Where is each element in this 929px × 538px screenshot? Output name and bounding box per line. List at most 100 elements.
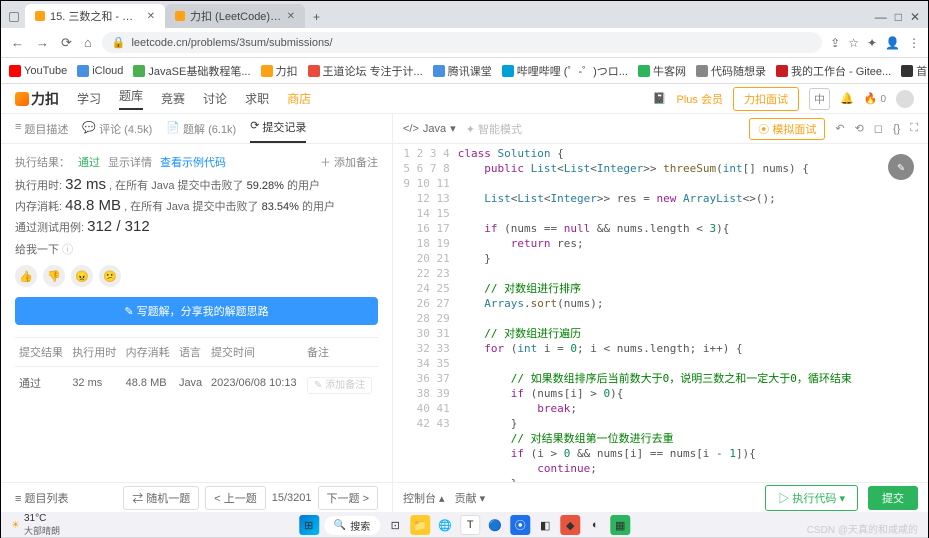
bookmark-item[interactable]: JavaSE基础教程笔...	[133, 63, 250, 79]
bookmark-item[interactable]: 首页-KuangStudy	[901, 63, 928, 79]
taskbar-search[interactable]: 🔍搜索	[324, 516, 380, 535]
nav-discuss[interactable]: 讨论	[203, 90, 227, 107]
app-icon[interactable]: ◧	[535, 515, 555, 535]
bookmark-item[interactable]: 哔哩哔哩 (゜-゜)つロ...	[502, 63, 628, 79]
close-window-icon[interactable]: ✕	[910, 10, 920, 24]
auto-mode[interactable]: ✦ 智能模式	[466, 121, 522, 137]
reset-icon[interactable]: ⟲	[855, 122, 864, 135]
angry-button[interactable]: 😠	[71, 265, 93, 287]
prev-button[interactable]: < 上一题	[205, 486, 265, 510]
random-button[interactable]: ⇄ 随机一题	[123, 486, 199, 510]
tab-title: 15. 三数之和 - 力扣 (LeetCod...	[50, 8, 142, 24]
thumb-up-button[interactable]: 👍	[15, 265, 37, 287]
app-icon[interactable]: ◆	[560, 515, 580, 535]
problem-list-button[interactable]: ≡ 题目列表	[15, 490, 68, 506]
note-button[interactable]: ✎ 添加备注	[307, 377, 372, 394]
app-icon[interactable]: T	[460, 515, 480, 535]
memory-pct: 83.54%	[262, 201, 299, 213]
tab-solutions[interactable]: 📄题解 (6.1k)	[166, 121, 236, 143]
weather-widget[interactable]: ☀ 31°C 大部晴朗	[11, 513, 60, 537]
nav-jobs[interactable]: 求职	[245, 90, 269, 107]
browser-tab-active[interactable]: 15. 三数之和 - 力扣 (LeetCod... ✕	[25, 4, 165, 28]
bookmark-icon[interactable]: ◻	[874, 122, 883, 135]
col-time: 执行用时	[68, 338, 121, 367]
start-icon[interactable]: ⊞	[299, 515, 319, 535]
nav-learn[interactable]: 学习	[77, 90, 101, 107]
view-code-link[interactable]: 查看示例代码	[160, 154, 226, 170]
plus-button[interactable]: Plus 会员	[677, 91, 723, 107]
share-solution-button[interactable]: ✎ 写题解，分享我的解题思路	[15, 297, 378, 325]
code-content[interactable]: class Solution { public List<List<Intege…	[458, 144, 928, 482]
doc-icon: 📄	[166, 121, 180, 137]
add-note-button[interactable]: ＋添加备注	[320, 154, 378, 170]
notebook-icon[interactable]: 📓	[653, 92, 667, 105]
search-icon: 🔍	[334, 520, 346, 531]
new-tab-button[interactable]: +	[305, 6, 328, 28]
settings-icon[interactable]: {}	[893, 123, 900, 135]
avatar[interactable]	[896, 90, 914, 108]
language-select[interactable]: </> Java ▾	[403, 122, 456, 135]
logo[interactable]: 力扣	[15, 89, 59, 109]
star-icon[interactable]: ☆	[848, 36, 859, 50]
close-icon[interactable]: ✕	[147, 11, 155, 22]
url-input[interactable]: 🔒 leetcode.cn/problems/3sum/submissions/	[102, 32, 822, 53]
run-code-button[interactable]: ▷ 执行代码 ▾	[765, 485, 858, 511]
tab-description[interactable]: ≡题目描述	[15, 121, 68, 143]
comment-icon: 💬	[82, 121, 96, 137]
status-label: 执行结果：	[15, 154, 70, 170]
tab-submissions[interactable]: ⟳提交记录	[250, 119, 306, 143]
window-control[interactable]	[9, 12, 19, 22]
bookmark-item[interactable]: 代码随想录	[696, 63, 766, 79]
bookmark-item[interactable]: 腾讯课堂	[433, 63, 492, 79]
bookmark-item[interactable]: 牛客网	[638, 63, 686, 79]
bookmark-item[interactable]: YouTube	[9, 65, 67, 77]
nav-problems[interactable]: 题库	[119, 87, 143, 110]
contribute-button[interactable]: 贡献 ▾	[455, 490, 486, 506]
fire-icon[interactable]: 🔥 0	[864, 92, 886, 105]
submit-button[interactable]: 提交	[868, 486, 918, 510]
thumb-down-button[interactable]: 👎	[43, 265, 65, 287]
close-icon[interactable]: ✕	[287, 11, 295, 22]
chrome-icon[interactable]: 🔵	[485, 515, 505, 535]
back-icon[interactable]: ←	[9, 33, 26, 52]
edge-icon[interactable]: 🌐	[435, 515, 455, 535]
bookmark-item[interactable]: iCloud	[77, 65, 123, 77]
console-button[interactable]: 控制台 ▴	[403, 490, 445, 506]
share-icon[interactable]: ⇪	[830, 36, 840, 50]
undo-icon[interactable]: ↶	[835, 122, 844, 135]
maximize-icon[interactable]: □	[895, 10, 902, 24]
bookmark-item[interactable]: 我的工作台 - Gitee...	[776, 63, 891, 79]
home-icon[interactable]: ⌂	[82, 33, 94, 52]
bookmark-item[interactable]: 力扣	[261, 63, 298, 79]
bookmark-item[interactable]: 王道论坛 专注于计...	[308, 63, 423, 79]
bell-icon[interactable]: 🔔	[840, 92, 854, 105]
app-icon[interactable]: ▦	[610, 515, 630, 535]
code-editor[interactable]: ✎ 1 2 3 4 5 6 7 8 9 10 11 12 13 14 15 16…	[393, 144, 928, 482]
nav-contest[interactable]: 竞赛	[161, 90, 185, 107]
float-button[interactable]: ✎	[888, 154, 914, 180]
minimize-icon[interactable]: —	[875, 10, 887, 24]
cell-time: 32 ms	[68, 367, 121, 400]
menu-icon[interactable]: ⋮	[908, 36, 920, 50]
explorer-icon[interactable]: 📁	[410, 515, 430, 535]
interview-button[interactable]: 力扣面试	[733, 87, 799, 111]
address-bar: ← → ⟳ ⌂ 🔒 leetcode.cn/problems/3sum/subm…	[1, 28, 928, 58]
next-button[interactable]: 下一题 >	[318, 486, 378, 510]
reload-icon[interactable]: ⟳	[59, 33, 74, 53]
nav-store[interactable]: 商店	[287, 90, 311, 107]
app-icon[interactable]: ◐	[585, 515, 605, 535]
confused-button[interactable]: 😕	[99, 265, 121, 287]
cell-memory: 48.8 MB	[122, 367, 175, 400]
app-icon[interactable]: ⦿	[510, 515, 530, 535]
mock-interview-button[interactable]: ⦿ 模拟面试	[749, 118, 825, 140]
fullscreen-icon[interactable]: ⛶	[910, 122, 918, 135]
extension-icon[interactable]: ✦	[867, 36, 877, 50]
profile-icon[interactable]: 👤	[885, 36, 900, 50]
browser-tab-inactive[interactable]: 力扣 (LeetCode) 官网 - 全球... ✕	[165, 4, 305, 28]
tab-comments[interactable]: 💬评论 (4.5k)	[82, 121, 152, 143]
show-detail-link[interactable]: 显示详情	[108, 154, 152, 170]
table-row[interactable]: 通过 32 ms 48.8 MB Java 2023/06/08 10:13 ✎…	[15, 367, 378, 400]
forward-icon[interactable]: →	[34, 33, 51, 52]
task-view-icon[interactable]: ⊡	[385, 515, 405, 535]
lang-toggle[interactable]: 中	[809, 88, 830, 110]
